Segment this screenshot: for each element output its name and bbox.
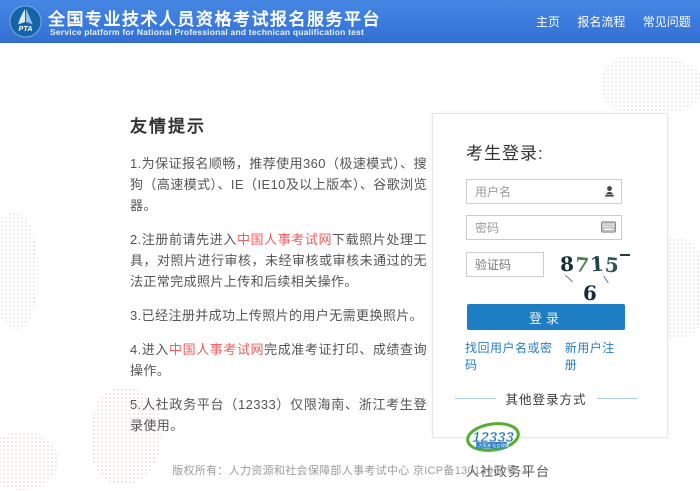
forgot-credentials-link[interactable]: 找回用户名或密码	[465, 339, 565, 373]
divider-line	[597, 398, 638, 399]
tip-item-5: 5.人社政务平台（12333）仅限海南、浙江考生登录使用。	[130, 394, 427, 436]
captcha-input[interactable]	[466, 252, 544, 277]
footer-copyright: 版权所有：人力资源和社会保障部人事考试中心 京ICP备13013060号-1	[0, 462, 700, 478]
cpta-site-link[interactable]: 中国人事考试网	[237, 232, 332, 247]
tip-item-2: 2.注册前请先进入中国人事考试网下载照片处理工具，对照片进行审核，未经审核或审核…	[130, 229, 427, 292]
tip-item-3: 3.已经注册并成功上传照片的用户无需更换照片。	[130, 305, 427, 326]
username-input[interactable]	[466, 179, 622, 204]
map-watermark	[602, 56, 700, 114]
pta-logo-icon: PTA	[9, 5, 42, 38]
12333-logo-icon[interactable]: 人力资源 社会保障 12333	[466, 421, 520, 457]
captcha-noise	[620, 254, 630, 256]
login-links: 找回用户名或密码 新用户注册	[465, 339, 627, 373]
map-watermark	[0, 432, 58, 490]
keyboard-icon	[601, 221, 616, 233]
nav-faq[interactable]: 常见问题	[643, 15, 691, 29]
password-field-wrap	[466, 215, 622, 240]
login-panel: 考生登录:	[432, 113, 668, 438]
register-link[interactable]: 新用户注册	[565, 339, 627, 373]
divider-line	[455, 398, 496, 399]
captcha-image[interactable]: 87156	[554, 251, 626, 278]
login-button[interactable]: 登录	[467, 304, 625, 330]
tips-title: 友情提示	[130, 112, 427, 137]
map-watermark	[0, 212, 38, 330]
page: PTA 全国专业技术人员资格考试报名服务平台 Service platform …	[0, 0, 700, 491]
nav-process[interactable]: 报名流程	[577, 15, 625, 29]
svg-text:PTA: PTA	[19, 24, 33, 33]
tip-item-1: 1.为保证报名顺畅，推荐使用360（极速模式）、搜狗（高速模式）、IE（IE10…	[130, 153, 427, 216]
login-title: 考生登录:	[466, 139, 667, 164]
username-field-wrap	[466, 179, 622, 204]
other-login-label: 其他登录方式	[506, 389, 587, 408]
captcha-row: 87156	[466, 251, 667, 278]
tip-item-4: 4.进入中国人事考试网完成准考证打印、成绩查询操作。	[130, 339, 427, 381]
nav-home[interactable]: 主页	[536, 15, 560, 29]
top-nav: 主页 报名流程 常见问题 咨询电话	[536, 13, 700, 30]
cpta-site-link[interactable]: 中国人事考试网	[169, 342, 264, 357]
site-subtitle: Service platform for National Profession…	[50, 27, 364, 37]
header: PTA 全国专业技术人员资格考试报名服务平台 Service platform …	[0, 0, 700, 43]
friendly-tips: 友情提示 1.为保证报名顺畅，推荐使用360（极速模式）、搜狗（高速模式）、IE…	[130, 112, 427, 449]
user-icon	[603, 185, 616, 198]
password-input[interactable]	[466, 215, 622, 240]
other-login-divider: 其他登录方式	[455, 389, 637, 408]
svg-text:12333: 12333	[472, 429, 514, 446]
